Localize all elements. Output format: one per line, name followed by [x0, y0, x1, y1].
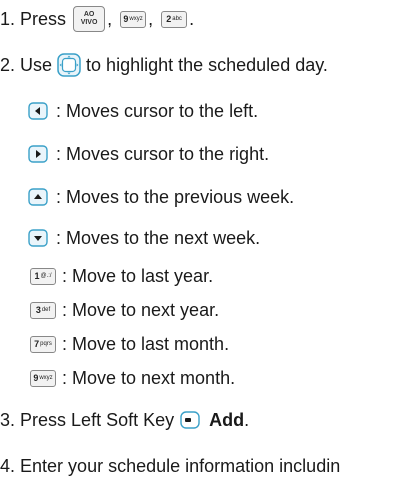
step-3-number: 3. — [0, 409, 16, 430]
key-7-icon: 7 pqrs — [30, 335, 56, 353]
add-label: Add — [209, 409, 245, 430]
step-1: 1. Press AO VIVO, 9 wxyz, 2 abc. — [0, 4, 194, 34]
step-2-pre: Use — [20, 54, 53, 75]
key-9-icon: 9 wxyz — [30, 369, 56, 387]
key-1-icon: 1 @.:/ — [30, 267, 56, 285]
step-2-number: 2. — [0, 54, 16, 75]
num-item-9: 9 wxyz : Move to next month. — [28, 363, 235, 393]
step-1-text: Press — [20, 8, 67, 29]
nav-item-left: : Moves cursor to the left. — [28, 96, 258, 126]
step-4: 4. Enter your schedule information inclu… — [0, 451, 340, 481]
num-item-1: 1 @.:/ : Move to last year. — [28, 261, 213, 291]
nav-item-up: : Moves to the previous week. — [28, 182, 294, 212]
ao-vivo-key-icon: AO VIVO — [73, 6, 106, 32]
step-1-number: 1. — [0, 8, 16, 29]
num-item-7: 7 pqrs : Move to last month. — [28, 329, 229, 359]
step-4-text: Enter your schedule information includin — [20, 455, 341, 476]
step-3: 3. Press Left Soft Key Add. — [0, 409, 250, 430]
nav-down-key-icon — [28, 229, 48, 247]
key-2-icon: 2 abc — [161, 10, 188, 28]
step-3-pre: Press Left Soft Key — [20, 409, 175, 430]
step-2-post: to highlight the scheduled day. — [86, 54, 328, 75]
num-item-3: 3 def : Move to next year. — [28, 295, 219, 325]
nav-item-down: : Moves to the next week. — [28, 223, 260, 253]
step-4-number: 4. — [0, 455, 16, 476]
nav-left-key-icon — [28, 102, 48, 120]
step-2: 2. Use to highlight the scheduled day. — [0, 50, 328, 80]
key-3-icon: 3 def — [30, 301, 56, 319]
nav-right-key-icon — [28, 145, 48, 163]
key-9-icon: 9 wxyz — [120, 10, 147, 28]
navigation-key-icon — [57, 53, 81, 77]
left-soft-key-icon — [180, 411, 200, 429]
nav-item-right: : Moves cursor to the right. — [28, 139, 269, 169]
nav-up-key-icon — [28, 188, 48, 206]
